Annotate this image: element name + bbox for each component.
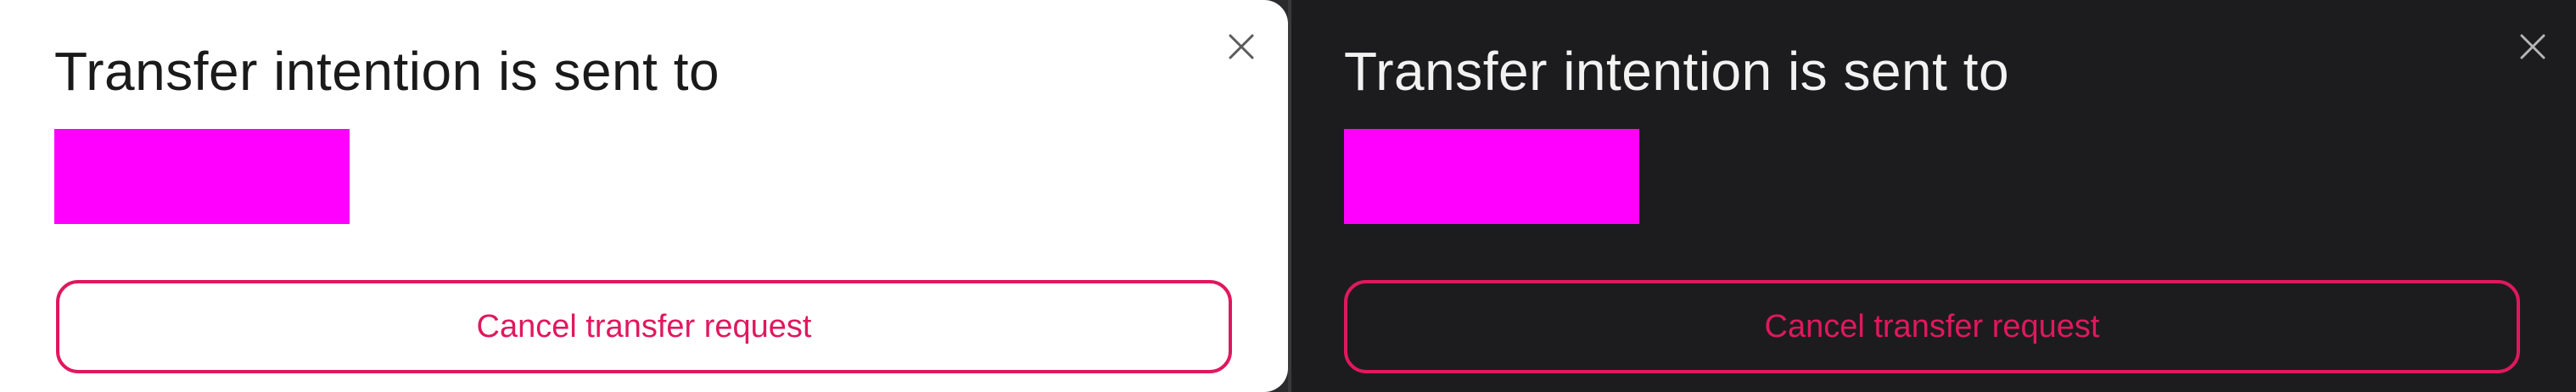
close-icon <box>2520 34 2545 59</box>
cancel-transfer-button[interactable]: Cancel transfer request <box>1344 280 2520 373</box>
transfer-dialog-light: Transfer intention is sent to Cancel tra… <box>0 0 1288 392</box>
dialog-title: Transfer intention is sent to <box>54 41 720 102</box>
cancel-transfer-button[interactable]: Cancel transfer request <box>56 280 1232 373</box>
close-icon <box>1229 34 1254 59</box>
transfer-dialog-dark: Transfer intention is sent to Cancel tra… <box>1288 0 2576 392</box>
redacted-recipient <box>54 129 350 224</box>
redacted-recipient <box>1344 129 1639 224</box>
dialog-title: Transfer intention is sent to <box>1344 41 2010 102</box>
close-button[interactable] <box>1220 25 1263 68</box>
close-button[interactable] <box>2512 25 2554 68</box>
